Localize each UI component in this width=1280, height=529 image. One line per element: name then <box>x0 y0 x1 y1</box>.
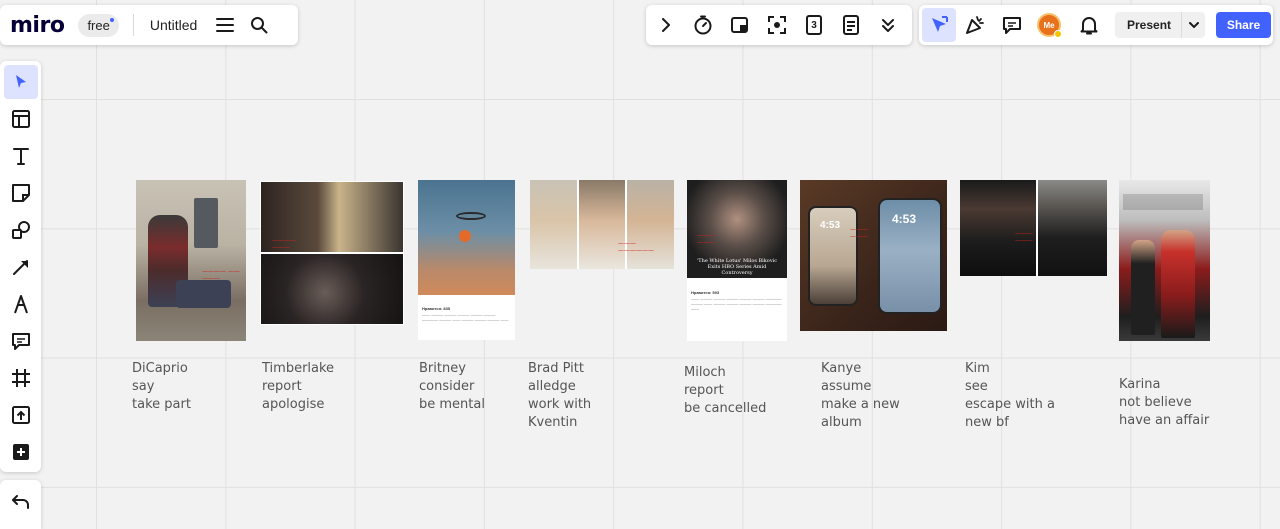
cursor-reactions-icon[interactable] <box>922 8 956 42</box>
plan-badge-dot <box>109 17 114 22</box>
comment-icon[interactable] <box>4 324 38 358</box>
ball-shape <box>459 230 471 242</box>
search-icon[interactable] <box>243 9 275 41</box>
text-icon[interactable] <box>4 139 38 173</box>
caption-miloch[interactable]: Miloch report be cancelled <box>684 364 766 418</box>
collaboration-bar: Me Present Share <box>919 5 1273 45</box>
notes-icon[interactable] <box>835 9 867 41</box>
celebrate-icon[interactable] <box>959 9 991 41</box>
more-apps-icon[interactable] <box>4 435 38 469</box>
undo-panel <box>0 480 41 529</box>
avatar: Me <box>1037 13 1062 38</box>
card-image-karina[interactable] <box>1119 180 1210 341</box>
creation-toolbar <box>0 61 41 472</box>
avatar-text: Me <box>1043 20 1055 30</box>
card-tag-icon[interactable] <box>724 9 756 41</box>
photo-bottom <box>261 254 403 324</box>
chevron-down-icon[interactable] <box>1181 12 1205 38</box>
payphone-shape <box>194 198 218 248</box>
frame-icon[interactable] <box>4 361 38 395</box>
focus-frame-icon[interactable] <box>761 9 793 41</box>
hoop-shape <box>456 212 486 220</box>
overlay-text: ———— —— ——— <box>202 268 240 282</box>
sticky-note-icon[interactable] <box>4 176 38 210</box>
card-image-kim[interactable]: ——— ——— <box>960 180 1107 276</box>
plan-badge-label: free <box>87 17 110 33</box>
caption-timberlake[interactable]: Timberlake report apologise <box>262 360 334 414</box>
timer-count-label: 3 <box>811 19 817 31</box>
card-image-brad-pitt[interactable]: ——— —————— <box>530 180 674 269</box>
timer-count-icon[interactable]: 3 <box>798 9 830 41</box>
present-button[interactable]: Present <box>1115 12 1206 38</box>
person-left <box>1131 240 1155 335</box>
board-title[interactable]: Untitled <box>150 17 197 33</box>
photo-3 <box>627 180 674 269</box>
caption-brad-pitt[interactable]: Brad Pitt alledge work with Kventin <box>528 360 591 432</box>
user-avatar[interactable]: Me <box>1033 9 1065 41</box>
share-button[interactable]: Share <box>1216 12 1272 38</box>
overlay-text: ——— ——— <box>1015 230 1033 244</box>
line-icon[interactable] <box>4 250 38 284</box>
post-caption-lines: —— ——— ——— ——— ——— ——— ———— ——— —— ——— —… <box>691 296 782 311</box>
caption-kanye[interactable]: Kanye assume make a new album <box>821 360 900 432</box>
caption-kim[interactable]: Kim see escape with a new bf <box>965 360 1055 432</box>
miro-logo[interactable]: miro <box>10 13 65 38</box>
person-right <box>1161 230 1195 338</box>
pen-icon[interactable] <box>4 287 38 321</box>
timer-icon[interactable] <box>687 9 719 41</box>
shapes-icon[interactable] <box>4 213 38 247</box>
templates-icon[interactable] <box>4 102 38 136</box>
card-image-britney[interactable]: Нравится: 835 —— ——— ——— ——— ——— ——— ———… <box>418 180 515 340</box>
card-image-dicaprio[interactable]: ———— —— ——— <box>136 180 246 341</box>
photo-left <box>960 180 1036 276</box>
post-likes: Нравится: 835 <box>422 306 451 311</box>
menu-icon[interactable] <box>209 9 241 41</box>
caption-dicaprio[interactable]: DiCaprio say take part <box>132 360 191 414</box>
photo-right <box>1038 180 1107 276</box>
bell-icon[interactable] <box>1073 9 1105 41</box>
post-likes: Нравится: 593 <box>691 290 720 295</box>
present-label: Present <box>1127 18 1172 32</box>
undo-icon[interactable] <box>5 490 37 514</box>
caption-britney[interactable]: Britney consider be mental <box>419 360 485 414</box>
board-tools-bar: 3 <box>646 5 912 45</box>
photo-2 <box>579 180 625 269</box>
plan-badge[interactable]: free <box>78 13 119 37</box>
overlay-text: ——— —————— <box>618 240 654 254</box>
avatar-status-badge <box>1054 30 1062 38</box>
card-image-timberlake[interactable]: ———— ——— <box>260 181 404 325</box>
select-icon[interactable] <box>3 65 38 99</box>
overlay-text: ——— ——— <box>697 232 715 246</box>
post-caption-lines: —— ——— ——— ——— ——— ——— ———— ——— —— ——— —… <box>422 312 509 322</box>
double-chevron-down-icon[interactable] <box>872 9 904 41</box>
chevron-right-icon[interactable] <box>650 9 682 41</box>
phone-clock: 4:53 <box>892 212 917 226</box>
comments-icon[interactable] <box>996 9 1028 41</box>
overlay-text: ———— ——— <box>272 237 296 251</box>
card-image-kanye[interactable]: 4:53 4:53 ——— ——— <box>800 180 947 331</box>
overlay-text: ——— ——— <box>850 226 868 240</box>
upload-icon[interactable] <box>4 398 38 432</box>
photo-1 <box>530 180 577 269</box>
board-header: miro free Untitled <box>0 5 298 45</box>
phone-clock-small: 4:53 <box>820 220 841 231</box>
banner-text <box>1123 194 1203 210</box>
article-headline: 'The White Lotus' Milos Bikovic Exits HB… <box>696 258 778 276</box>
caption-karina[interactable]: Karina not believe have an affair <box>1119 376 1209 430</box>
card-image-miloch[interactable]: 'The White Lotus' Milos Bikovic Exits HB… <box>687 180 787 341</box>
header-divider <box>132 14 134 36</box>
legs-shape <box>176 280 231 308</box>
